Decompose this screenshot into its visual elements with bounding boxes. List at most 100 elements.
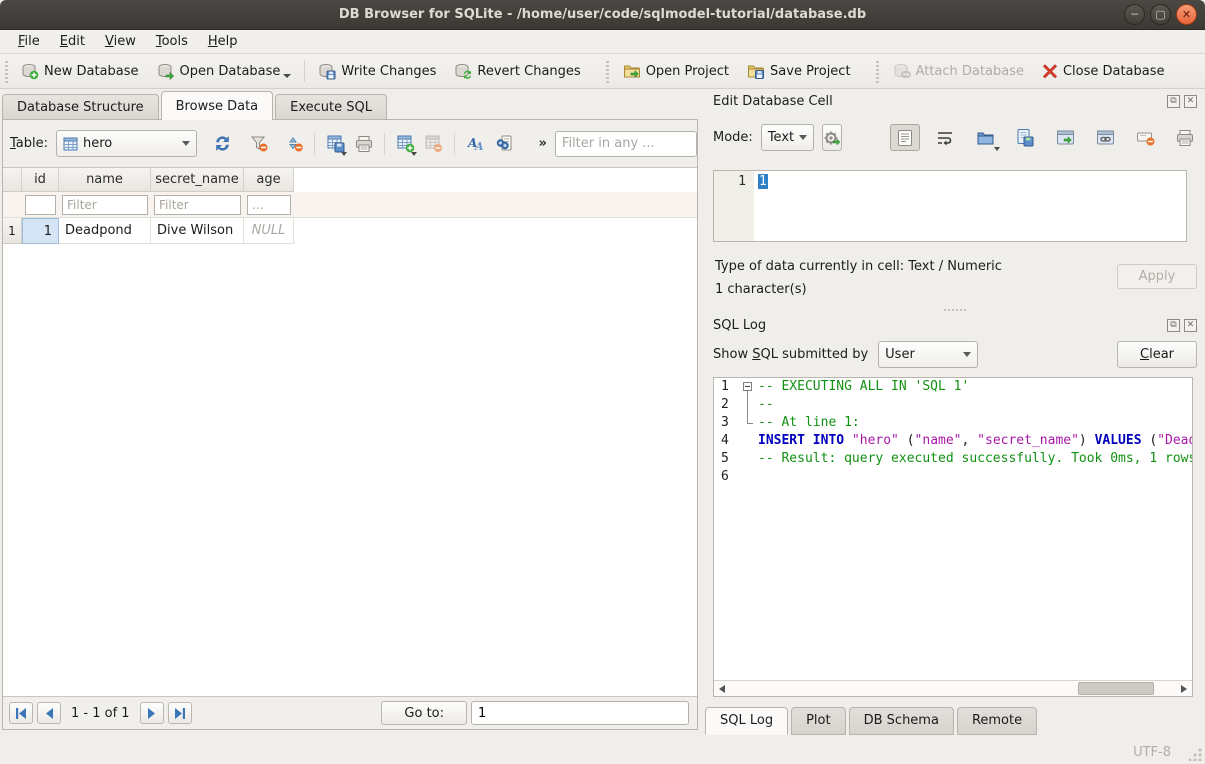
scrollbar-thumb[interactable] bbox=[1078, 682, 1154, 695]
chevron-down-icon bbox=[182, 141, 190, 146]
next-page-button[interactable] bbox=[140, 702, 164, 724]
print-icon[interactable] bbox=[1170, 124, 1200, 151]
import-file-icon[interactable] bbox=[970, 124, 1000, 151]
auto-apply-button[interactable] bbox=[822, 124, 842, 151]
titlebar: DB Browser for SQLite - /home/user/code/… bbox=[0, 0, 1205, 30]
column-header-id[interactable]: id bbox=[22, 168, 59, 192]
attach-database-button: Attach Database bbox=[884, 57, 1033, 85]
toolbar-overflow-chevron[interactable]: » bbox=[535, 136, 551, 151]
previous-page-button[interactable] bbox=[37, 702, 61, 724]
data-grid: id name secret_name age 1 1 Deadpond Div… bbox=[3, 167, 697, 696]
text-mode-icon[interactable] bbox=[890, 124, 920, 151]
row-header[interactable]: 1 bbox=[3, 218, 22, 244]
jump-to-record-button[interactable] bbox=[492, 131, 517, 157]
menu-tools[interactable]: Tools bbox=[146, 32, 198, 51]
grid-corner-button[interactable] bbox=[3, 168, 22, 192]
filter-id-input[interactable] bbox=[25, 195, 56, 215]
fold-margin bbox=[738, 450, 758, 468]
database-open-icon bbox=[157, 62, 175, 80]
grid-header-row: id name secret_name age bbox=[3, 168, 697, 192]
filter-name-input[interactable] bbox=[62, 195, 148, 215]
first-page-button[interactable] bbox=[9, 702, 33, 724]
tab-execute-sql[interactable]: Execute SQL bbox=[275, 94, 387, 120]
horizontal-scrollbar[interactable] bbox=[714, 680, 1192, 696]
save-project-button[interactable]: Save Project bbox=[738, 57, 860, 85]
refresh-button[interactable] bbox=[211, 131, 236, 157]
filter-any-column-input[interactable] bbox=[555, 131, 697, 157]
main-toolbar: New Database Open Database Write Changes… bbox=[0, 54, 1205, 89]
menu-edit[interactable]: Edit bbox=[50, 32, 95, 51]
column-header-name[interactable]: name bbox=[59, 168, 151, 192]
tab-browse-data[interactable]: Browse Data bbox=[161, 91, 274, 120]
scroll-right-icon[interactable] bbox=[1176, 681, 1192, 696]
cell-secret-name[interactable]: Dive Wilson bbox=[151, 218, 244, 244]
cell-age[interactable]: NULL bbox=[244, 218, 294, 244]
grid-filter-row bbox=[3, 192, 697, 218]
close-database-button[interactable]: Close Database bbox=[1033, 58, 1174, 84]
word-wrap-icon[interactable] bbox=[930, 124, 960, 151]
cell-name[interactable]: Deadpond bbox=[59, 218, 151, 244]
export-file-icon[interactable] bbox=[1010, 124, 1040, 151]
open-external-icon[interactable] bbox=[1050, 124, 1080, 151]
fold-margin bbox=[738, 468, 758, 486]
close-icon[interactable]: ✕ bbox=[1176, 4, 1197, 25]
insert-record-button[interactable] bbox=[393, 131, 418, 157]
menu-help[interactable]: Help bbox=[198, 32, 248, 51]
cell-value-editor[interactable]: 1 1 bbox=[713, 170, 1187, 242]
clear-log-button[interactable]: Clear bbox=[1117, 341, 1197, 368]
revert-changes-button[interactable]: Revert Changes bbox=[445, 57, 589, 85]
float-panel-icon[interactable]: ⧉ bbox=[1167, 95, 1180, 108]
close-panel-icon[interactable]: ✕ bbox=[1184, 319, 1197, 332]
database-close-icon bbox=[1042, 63, 1058, 79]
table-combobox[interactable]: hero bbox=[56, 130, 197, 157]
tab-remote[interactable]: Remote bbox=[957, 707, 1037, 735]
scrollbar-track[interactable] bbox=[730, 681, 1176, 696]
clear-filters-button[interactable] bbox=[247, 131, 272, 157]
table-combobox-value: hero bbox=[83, 136, 112, 151]
filter-age-input[interactable] bbox=[247, 195, 291, 215]
scroll-left-icon[interactable] bbox=[714, 681, 730, 696]
set-null-icon[interactable] bbox=[1130, 124, 1160, 151]
new-database-button[interactable]: New Database bbox=[12, 57, 148, 85]
pagination-bar: 1 - 1 of 1 Go to: bbox=[3, 696, 697, 729]
print-button[interactable] bbox=[352, 131, 377, 157]
column-header-age[interactable]: age bbox=[244, 168, 294, 192]
menubar: File Edit View Tools Help bbox=[0, 30, 1205, 54]
maximize-icon[interactable]: ▢ bbox=[1150, 4, 1171, 25]
table-icon bbox=[63, 137, 78, 151]
fold-marker-icon[interactable] bbox=[738, 378, 758, 396]
cell-char-count: 1 character(s) bbox=[715, 282, 807, 297]
tab-sql-log[interactable]: SQL Log bbox=[705, 707, 788, 735]
tab-db-schema[interactable]: DB Schema bbox=[849, 707, 954, 735]
cell-id[interactable]: 1 bbox=[22, 218, 59, 244]
last-page-button[interactable] bbox=[168, 702, 192, 724]
open-database-button[interactable]: Open Database bbox=[148, 57, 301, 85]
tab-plot[interactable]: Plot bbox=[791, 707, 846, 735]
sql-log-editor[interactable]: 1-- EXECUTING ALL IN 'SQL 1'2--3-- At li… bbox=[713, 377, 1193, 697]
open-database-dropdown-caret[interactable] bbox=[283, 74, 291, 78]
tab-database-structure[interactable]: Database Structure bbox=[2, 94, 159, 120]
menu-view[interactable]: View bbox=[95, 32, 146, 51]
clear-sorting-button[interactable] bbox=[282, 131, 307, 157]
edit-cell-dock-header: Edit Database Cell ⧉ ✕ bbox=[705, 91, 1205, 111]
goto-record-input[interactable] bbox=[471, 701, 689, 725]
save-table-button[interactable] bbox=[323, 131, 348, 157]
resize-grip[interactable] bbox=[1189, 748, 1202, 761]
write-changes-button[interactable]: Write Changes bbox=[309, 57, 445, 85]
close-panel-icon[interactable]: ✕ bbox=[1184, 95, 1197, 108]
project-open-icon bbox=[623, 62, 641, 80]
menu-file[interactable]: File bbox=[8, 32, 50, 51]
edit-display-format-button[interactable]: AA bbox=[463, 131, 488, 157]
minimize-icon[interactable]: ─ bbox=[1124, 4, 1145, 25]
toolbar-drag-handle[interactable] bbox=[2, 59, 10, 83]
dock-splitter-handle[interactable] bbox=[705, 306, 1205, 314]
sql-source-combobox[interactable]: User bbox=[878, 341, 978, 368]
filter-secret-name-input[interactable] bbox=[154, 195, 241, 215]
open-project-button[interactable]: Open Project bbox=[614, 57, 738, 85]
mode-combobox[interactable]: Text bbox=[761, 124, 814, 151]
project-save-icon bbox=[747, 62, 765, 80]
goto-button[interactable]: Go to: bbox=[381, 701, 467, 725]
column-header-secret-name[interactable]: secret_name bbox=[151, 168, 244, 192]
copy-link-icon[interactable] bbox=[1090, 124, 1120, 151]
float-panel-icon[interactable]: ⧉ bbox=[1167, 319, 1180, 332]
